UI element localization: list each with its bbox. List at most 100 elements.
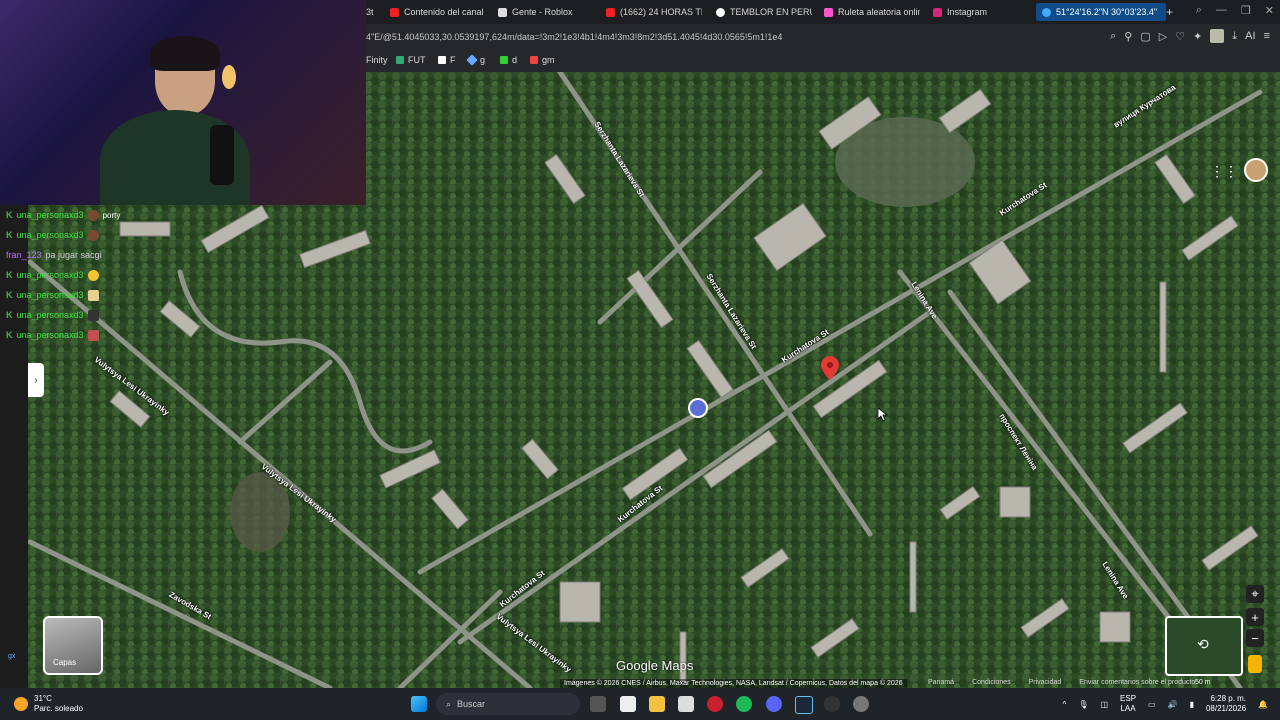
- tab-24-horas[interactable]: (1662) 24 HORAS TR: [606, 3, 702, 21]
- ai-button[interactable]: AI: [1245, 30, 1255, 42]
- weather-condition: Parc. soleado: [34, 704, 83, 713]
- chat-side-text: porty: [102, 210, 121, 220]
- temperature: 31°C: [34, 694, 52, 703]
- close-icon[interactable]: ✕: [1265, 4, 1274, 17]
- bookmark-d[interactable]: d: [500, 55, 517, 65]
- chevron-up-icon[interactable]: ^: [1063, 700, 1067, 709]
- search-icon[interactable]: ⌕: [1196, 4, 1202, 17]
- emote-icon: [87, 209, 99, 221]
- footer-link[interactable]: Privacidad: [1029, 679, 1062, 686]
- task-view-icon[interactable]: [590, 696, 606, 712]
- chat-message: K una_personaxd3: [0, 305, 140, 325]
- microphone-icon[interactable]: 🎙: [1078, 700, 1088, 709]
- discord-icon[interactable]: [766, 696, 782, 712]
- store-icon[interactable]: [678, 696, 694, 712]
- tab-ruleta[interactable]: Ruleta aleatoria onlin: [824, 3, 920, 21]
- chat-username: una_personaxd3: [16, 310, 84, 320]
- taskbar-search[interactable]: ⌕ Buscar: [436, 693, 580, 715]
- chat-message: K una_personaxd3: [0, 325, 140, 345]
- fut-icon: [396, 56, 404, 64]
- extensions-icon[interactable]: ✦: [1193, 30, 1202, 43]
- rotate-icon: ⟲: [1197, 636, 1209, 652]
- minimize-icon[interactable]: —: [1216, 4, 1227, 17]
- clock[interactable]: 6:28 p. m. 08/21/2026: [1206, 694, 1246, 714]
- language-indicator[interactable]: ESP LAA: [1120, 694, 1136, 714]
- download-icon[interactable]: ⤓: [1232, 30, 1237, 43]
- footer-link[interactable]: Enviar comentarios sobre el producto: [1079, 679, 1195, 686]
- wheel-icon: [824, 7, 833, 17]
- pegman-icon[interactable]: [1248, 655, 1262, 673]
- google-icon: [716, 7, 725, 17]
- pin-icon[interactable]: ⚲: [1124, 30, 1132, 43]
- gemini-icon: [466, 54, 478, 66]
- battery-icon[interactable]: ▮: [1190, 700, 1194, 709]
- opera-gx-icon[interactable]: [707, 696, 723, 712]
- layers-label: Capas: [53, 658, 77, 667]
- apps-grid-icon[interactable]: ⋮⋮: [1210, 163, 1238, 180]
- emote-icon: [87, 289, 99, 301]
- footer-link[interactable]: Condiciones: [972, 679, 1011, 686]
- tab-instagram[interactable]: Instagram: [933, 3, 1029, 21]
- chat-message: K una_personaxd3: [0, 265, 140, 285]
- bookmark-finity[interactable]: Finity: [366, 55, 388, 65]
- account-avatar[interactable]: [1244, 158, 1268, 182]
- kick-badge-icon: K: [6, 270, 13, 280]
- tab-roblox[interactable]: Gente - Roblox: [498, 3, 592, 21]
- maximize-icon[interactable]: ❐: [1241, 4, 1251, 17]
- chat-message: K una_personaxd3: [0, 285, 140, 305]
- play-icon[interactable]: ▷: [1159, 30, 1167, 43]
- chat-message: fran_123 pa jugar sacgi: [0, 245, 140, 265]
- bookmark-gm[interactable]: gm: [530, 55, 555, 65]
- tab-1[interactable]: 3t: [366, 3, 380, 21]
- plus-icon: +: [1166, 5, 1174, 19]
- menu-icon[interactable]: ≡: [1264, 30, 1270, 42]
- mouse-cursor-icon: [878, 408, 888, 422]
- chat-username: una_personaxd3: [16, 230, 84, 240]
- map-scale[interactable]: 50 m: [1195, 679, 1211, 686]
- bookmark-g[interactable]: g: [466, 54, 485, 66]
- time: 6:28 p. m.: [1210, 694, 1247, 703]
- network-icon[interactable]: ▭: [1148, 700, 1156, 709]
- heart-icon[interactable]: ♡: [1175, 30, 1185, 43]
- footer-link[interactable]: Panamá: [928, 679, 954, 686]
- tab-contenido-canal[interactable]: Contenido del canal: [390, 3, 484, 21]
- spotify-icon[interactable]: [736, 696, 752, 712]
- snapshot-icon[interactable]: ▢: [1140, 30, 1150, 43]
- url-field[interactable]: 4"E/@51.4045033,30.0539197,624m/data=!3m…: [366, 32, 782, 42]
- tab-label: Ruleta aleatoria onlin: [838, 7, 920, 17]
- tab-temblor[interactable]: TEMBLOR EN PERU: [716, 3, 812, 21]
- layers-button[interactable]: Capas: [43, 616, 103, 675]
- new-tab-button[interactable]: +: [1166, 3, 1176, 21]
- zoom-icon[interactable]: ⌕: [1110, 30, 1116, 43]
- profile-icon[interactable]: [1210, 29, 1225, 43]
- collapse-panel-button[interactable]: ›: [28, 363, 44, 397]
- crosshair-icon: ⌖: [1251, 586, 1259, 601]
- steam-icon[interactable]: [795, 696, 813, 714]
- windows-start-icon[interactable]: [411, 696, 427, 712]
- bookmark-label: Finity: [366, 55, 388, 65]
- file-icon[interactable]: [620, 696, 636, 712]
- zoom-in-button[interactable]: +: [1246, 608, 1264, 626]
- bookmark-fut[interactable]: FUT: [396, 55, 426, 65]
- search-placeholder: Buscar: [457, 699, 486, 709]
- emote-icon: [87, 329, 99, 341]
- bookmark-f[interactable]: F: [438, 55, 456, 65]
- weather-widget[interactable]: 31°C Parc. soleado: [14, 694, 83, 714]
- tab-label: Contenido del canal: [404, 7, 484, 17]
- settings-icon[interactable]: [853, 696, 869, 712]
- browser-toolbar: ⌕ ⚲ ▢ ▷ ♡ ✦ ⤓ AI ≡: [1110, 29, 1270, 43]
- obs-icon[interactable]: [824, 696, 840, 712]
- overflow-icon[interactable]: ◫: [1100, 700, 1108, 709]
- bookmark-label: FUT: [408, 55, 426, 65]
- my-location-button[interactable]: ⌖: [1246, 585, 1264, 603]
- street-view-marker-icon[interactable]: [688, 398, 708, 418]
- google-maps-logo: Google Maps: [616, 658, 694, 673]
- notifications-icon[interactable]: 🔔: [1258, 700, 1268, 709]
- sun-icon: [14, 697, 28, 711]
- tab-google-maps[interactable]: 51°24'16.2"N 30°03'23.4": [1036, 3, 1166, 21]
- zoom-out-button[interactable]: −: [1246, 629, 1264, 647]
- volume-icon[interactable]: 🔊: [1168, 700, 1178, 709]
- location-pin-icon[interactable]: [821, 356, 839, 380]
- file-explorer-icon[interactable]: [649, 696, 665, 712]
- minimap-toggle[interactable]: ⟲: [1165, 616, 1243, 676]
